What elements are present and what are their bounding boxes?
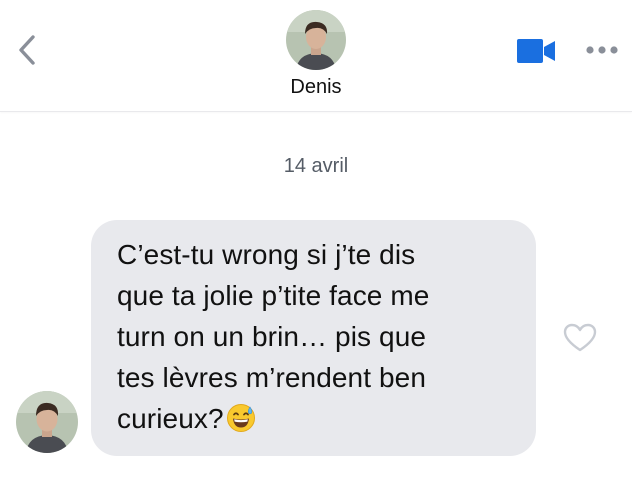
contact-avatar[interactable] <box>286 10 346 70</box>
ellipsis-icon <box>586 46 618 54</box>
back-button[interactable] <box>10 30 44 70</box>
video-call-button[interactable] <box>514 36 560 66</box>
date-separator: 14 avril <box>283 155 349 177</box>
video-camera-icon <box>517 39 555 63</box>
sender-avatar[interactable] <box>16 391 78 453</box>
message-line: curieux? <box>117 403 224 434</box>
grinning-face-with-sweat-icon <box>226 403 256 444</box>
chat-header: Denis <box>0 0 632 112</box>
like-message-button[interactable] <box>560 320 600 356</box>
message-line: turn on un brin… pis que <box>117 321 427 352</box>
more-options-button[interactable] <box>582 36 622 64</box>
sender-avatar-photo <box>16 391 78 453</box>
message-line: C’est-tu wrong si j’te dis <box>117 239 416 270</box>
contact-name[interactable]: Denis <box>0 76 632 99</box>
message-line: tes lèvres m’rendent ben <box>117 362 427 393</box>
contact-avatar-photo <box>286 10 346 70</box>
chevron-left-icon <box>19 35 35 65</box>
heart-icon <box>563 323 597 352</box>
message-line: que ta jolie p’tite face me <box>117 280 430 311</box>
message-bubble[interactable]: C’est-tu wrong si j’te dis que ta jolie … <box>91 220 536 456</box>
message-text: C’est-tu wrong si j’te dis que ta jolie … <box>117 234 512 444</box>
